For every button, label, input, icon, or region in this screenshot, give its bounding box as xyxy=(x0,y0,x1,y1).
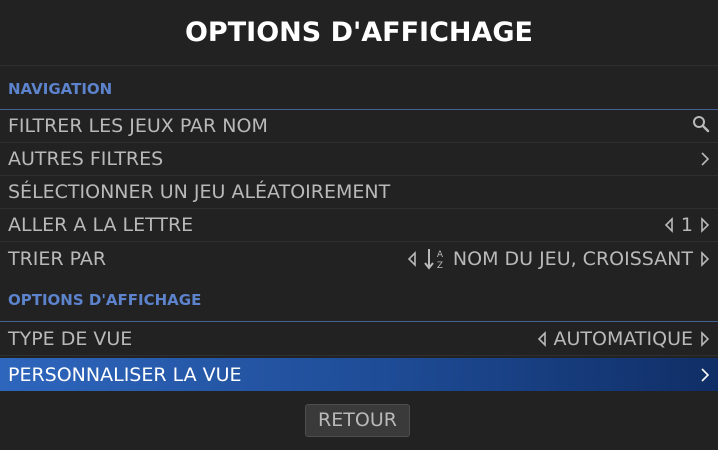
search-icon xyxy=(692,115,710,138)
chevron-right-icon[interactable] xyxy=(700,331,710,347)
section-header-display-options: OPTIONS D'AFFICHAGE xyxy=(0,286,718,322)
menu-item-label: ALLER A LA LETTRE xyxy=(8,214,194,236)
options-menu: OPTIONS D'AFFICHAGE NAVIGATION FILTRER L… xyxy=(0,0,718,450)
chevron-right-icon xyxy=(700,151,710,167)
chevron-left-icon[interactable] xyxy=(407,250,417,267)
menu-title: OPTIONS D'AFFICHAGE xyxy=(0,0,718,66)
view-type-value: AUTOMATIQUE xyxy=(553,328,693,350)
chevron-right-icon xyxy=(700,367,710,383)
menu-item-label: TRIER PAR xyxy=(8,247,107,270)
menu-item-filter-by-name[interactable]: FILTRER LES JEUX PAR NOM xyxy=(0,110,718,143)
menu-item-sort-by[interactable]: TRIER PAR A Z NOM DU JEU, CROISSANT xyxy=(0,242,718,275)
chevron-right-icon[interactable] xyxy=(700,250,710,267)
svg-text:Z: Z xyxy=(437,261,443,271)
menu-item-label: FILTRER LES JEUX PAR NOM xyxy=(8,115,268,137)
menu-item-view-type[interactable]: TYPE DE VUE AUTOMATIQUE xyxy=(0,323,718,356)
sort-alpha-asc-icon: A Z xyxy=(424,247,446,271)
menu-item-random-game[interactable]: SÉLECTIONNER UN JEU ALÉATOIREMENT xyxy=(0,176,718,209)
chevron-left-icon[interactable] xyxy=(537,331,547,347)
svg-text:A: A xyxy=(437,250,444,260)
section-header-navigation: NAVIGATION xyxy=(0,76,718,110)
chevron-right-icon[interactable] xyxy=(700,217,710,233)
sort-value: NOM DU JEU, CROISSANT xyxy=(452,247,693,270)
menu-item-label: SÉLECTIONNER UN JEU ALÉATOIREMENT xyxy=(8,181,391,203)
menu-item-label: TYPE DE VUE xyxy=(8,328,133,350)
back-button[interactable]: RETOUR xyxy=(305,404,410,437)
menu-item-customize-view[interactable]: PERSONNALISER LA VUE xyxy=(0,358,718,391)
menu-item-label: AUTRES FILTRES xyxy=(8,148,164,170)
menu-item-jump-to-letter[interactable]: ALLER A LA LETTRE 1 xyxy=(0,209,718,242)
menu-item-label: PERSONNALISER LA VUE xyxy=(8,363,242,386)
menu-item-other-filters[interactable]: AUTRES FILTRES xyxy=(0,143,718,176)
letter-value: 1 xyxy=(680,214,693,236)
chevron-left-icon[interactable] xyxy=(664,217,674,233)
